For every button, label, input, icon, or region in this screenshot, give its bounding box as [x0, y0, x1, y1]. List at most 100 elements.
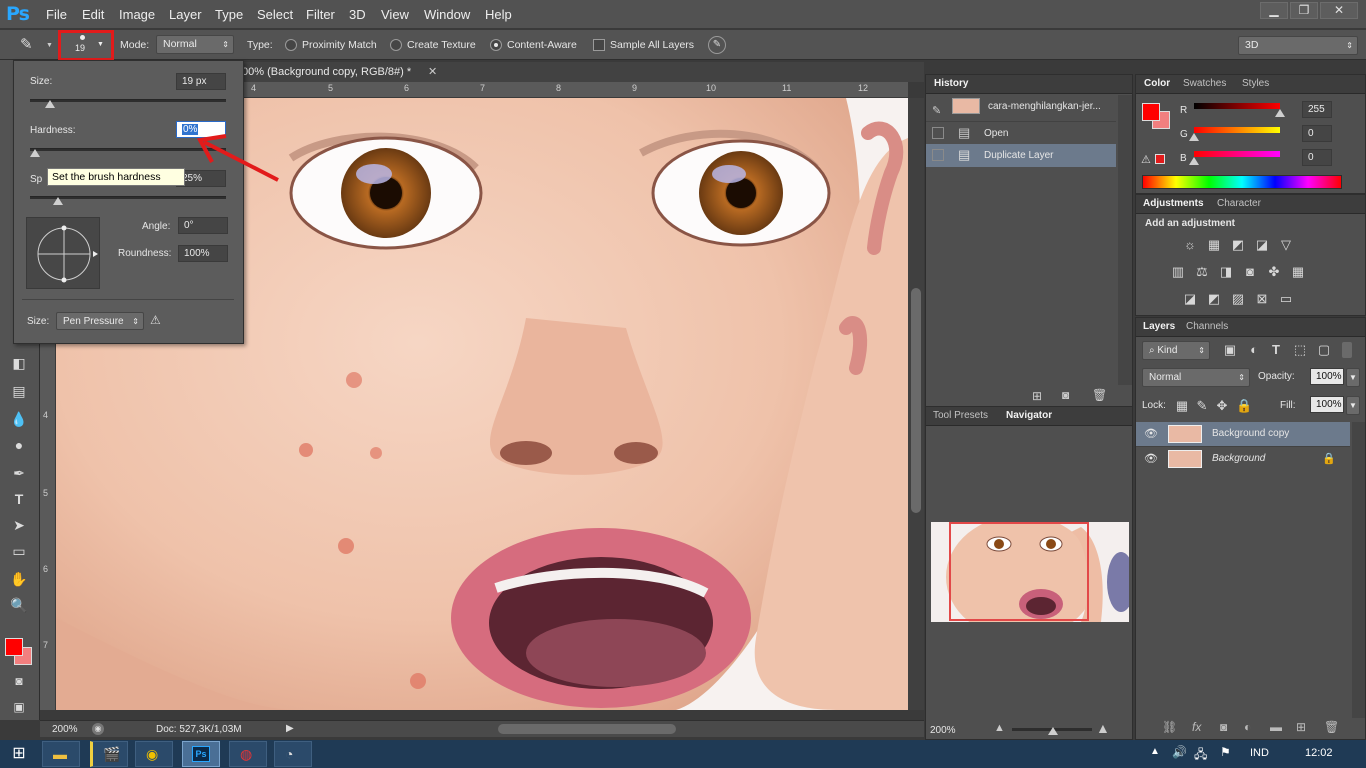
menu-select[interactable]: Select — [257, 7, 293, 22]
layer-row-background-copy[interactable]: 👁 Background copy — [1136, 422, 1350, 446]
doc-menu-icon[interactable]: ◉ — [92, 723, 104, 735]
tab-layers[interactable]: Layers — [1143, 321, 1175, 332]
selective-color-icon[interactable]: ⊠ — [1254, 292, 1270, 306]
channel-r-thumb[interactable] — [1275, 109, 1285, 117]
visibility-eye-icon[interactable]: 👁 — [1144, 422, 1158, 446]
spot-healing-brush-icon[interactable]: ✎ — [20, 36, 38, 54]
pen-icon[interactable]: ✒ — [8, 462, 30, 484]
vertical-scroll-thumb[interactable] — [911, 288, 921, 513]
delete-layer-icon[interactable]: 🗑 — [1324, 720, 1339, 734]
screen-mode-icon[interactable]: ▣ — [8, 696, 30, 718]
posterize-icon[interactable]: ◩ — [1206, 292, 1222, 306]
radio-proximity-match[interactable] — [285, 39, 297, 51]
dodge-icon[interactable]: ● — [8, 434, 30, 456]
lock-position-icon[interactable]: ✥ — [1214, 399, 1230, 413]
clock[interactable]: 12:02 — [1305, 747, 1333, 759]
color-lookup-icon[interactable]: ▦ — [1290, 265, 1306, 279]
camera-icon[interactable]: ◙ — [1062, 388, 1069, 402]
show-hidden-icons[interactable]: ▲ — [1150, 746, 1160, 757]
tab-color[interactable]: Color — [1144, 78, 1170, 89]
add-mask-icon[interactable]: ◙ — [1220, 720, 1227, 734]
menu-3d[interactable]: 3D — [349, 7, 366, 22]
tab-tool-presets[interactable]: Tool Presets — [933, 410, 988, 421]
gradient-map-icon[interactable]: ▭ — [1278, 292, 1294, 306]
restore-button[interactable]: ❐ — [1290, 2, 1318, 19]
adjustment-filter-icon[interactable]: ◐ — [1246, 343, 1262, 357]
brush-angle-preview[interactable] — [26, 217, 100, 289]
tab-channels[interactable]: Channels — [1186, 321, 1228, 332]
brush-picker-button[interactable]: 19 ▼ — [58, 30, 114, 61]
channel-r-field[interactable]: 255 — [1302, 101, 1332, 118]
menu-window[interactable]: Window — [424, 7, 470, 22]
tab-history[interactable]: History — [934, 78, 968, 89]
tool-taskbar-button[interactable]: ◔ — [274, 741, 312, 767]
navigator-thumbnail[interactable] — [931, 522, 1129, 622]
volume-icon[interactable]: 🔊 — [1172, 745, 1187, 759]
close-tab-icon[interactable]: ✕ — [428, 65, 437, 78]
channel-g-thumb[interactable] — [1189, 133, 1199, 141]
fill-field[interactable]: 100% — [1310, 396, 1344, 413]
quick-mask-icon[interactable]: ◙ — [8, 670, 30, 692]
curves-icon[interactable]: ◩ — [1230, 238, 1246, 252]
opacity-field[interactable]: 100% — [1310, 368, 1344, 385]
menu-filter[interactable]: Filter — [306, 7, 335, 22]
trash-icon[interactable]: 🗑 — [1092, 388, 1107, 402]
pen-pressure-select[interactable]: Pen Pressure ⇕ — [56, 312, 144, 330]
levels-icon[interactable]: ▦ — [1206, 238, 1222, 252]
history-snapshot[interactable]: ✎ cara-menghilangkan-jer... — [926, 95, 1116, 118]
document-tab-title[interactable]: 00% (Background copy, RGB/8#) * — [242, 66, 411, 78]
size-field[interactable]: 19 px — [176, 73, 226, 90]
radio-create-texture[interactable] — [390, 39, 402, 51]
layer-row-background[interactable]: 👁 Background 🔒 — [1136, 446, 1350, 470]
menu-edit[interactable]: Edit — [82, 7, 104, 22]
zoom-out-mountain-icon[interactable]: ▲ — [994, 722, 1005, 734]
tool-preset-dropdown-icon[interactable]: ▼ — [46, 42, 53, 49]
tab-styles[interactable]: Styles — [1242, 78, 1269, 89]
hardness-slider-thumb[interactable] — [30, 149, 40, 157]
history-brush-source-checkbox[interactable] — [932, 127, 944, 139]
minimize-button[interactable]: ▁ — [1260, 2, 1288, 19]
threshold-icon[interactable]: ▨ — [1230, 292, 1246, 306]
navigator-view-box[interactable] — [949, 522, 1089, 621]
network-icon[interactable]: 🖧 — [1194, 745, 1207, 766]
radio-content-aware[interactable] — [490, 39, 502, 51]
tab-character[interactable]: Character — [1217, 198, 1261, 209]
vertical-scrollbar[interactable] — [908, 98, 924, 710]
angle-field[interactable]: 0° — [178, 217, 228, 234]
history-scrollbar[interactable] — [1118, 95, 1132, 385]
history-item-open[interactable]: ▤ Open — [926, 121, 1116, 144]
navigator-zoom[interactable]: 200% — [930, 725, 956, 736]
color-balance-icon[interactable]: ⚖ — [1194, 265, 1210, 279]
gradient-icon[interactable]: ▤ — [8, 380, 30, 402]
link-layers-icon[interactable]: ⛓ — [1162, 720, 1177, 734]
exposure-icon[interactable]: ◪ — [1254, 238, 1270, 252]
gamut-color-chip[interactable] — [1155, 154, 1165, 164]
status-arrow-icon[interactable]: ▶ — [286, 723, 294, 734]
channel-b-thumb[interactable] — [1189, 157, 1199, 165]
windows-start-icon[interactable]: ⊞ — [8, 744, 30, 764]
new-group-icon[interactable]: ▬ — [1270, 720, 1282, 734]
eraser-icon[interactable]: ◧ — [8, 352, 30, 374]
lock-all-icon[interactable]: 🔒 — [1236, 399, 1252, 413]
channel-g-slider[interactable] — [1194, 127, 1280, 133]
layers-scrollbar[interactable] — [1352, 422, 1365, 718]
foreground-color-swatch[interactable] — [5, 638, 23, 656]
channel-mixer-icon[interactable]: ✤ — [1266, 265, 1282, 279]
menu-layer[interactable]: Layer — [169, 7, 202, 22]
tab-navigator[interactable]: Navigator — [1006, 410, 1052, 421]
media-taskbar-button[interactable]: 🎬 — [90, 741, 128, 767]
opacity-dropdown-icon[interactable]: ▼ — [1346, 368, 1360, 387]
menu-image[interactable]: Image — [119, 7, 155, 22]
visibility-eye-icon[interactable]: 👁 — [1144, 447, 1158, 471]
type-filter-icon[interactable]: T — [1268, 343, 1284, 357]
roundness-field[interactable]: 100% — [178, 245, 228, 262]
new-document-from-state-icon[interactable]: ⊞ — [1032, 389, 1042, 403]
menu-help[interactable]: Help — [485, 7, 512, 22]
photo-filter-icon[interactable]: ◙ — [1242, 265, 1258, 279]
explorer-taskbar-button[interactable]: ▬ — [42, 741, 80, 767]
color-spectrum[interactable] — [1142, 175, 1342, 189]
workspace-select[interactable]: 3D ⇕ — [1238, 36, 1358, 55]
rectangle-icon[interactable]: ▭ — [8, 540, 30, 562]
brightness-contrast-icon[interactable]: ☼ — [1182, 238, 1198, 252]
channel-r-slider[interactable] — [1194, 103, 1280, 109]
